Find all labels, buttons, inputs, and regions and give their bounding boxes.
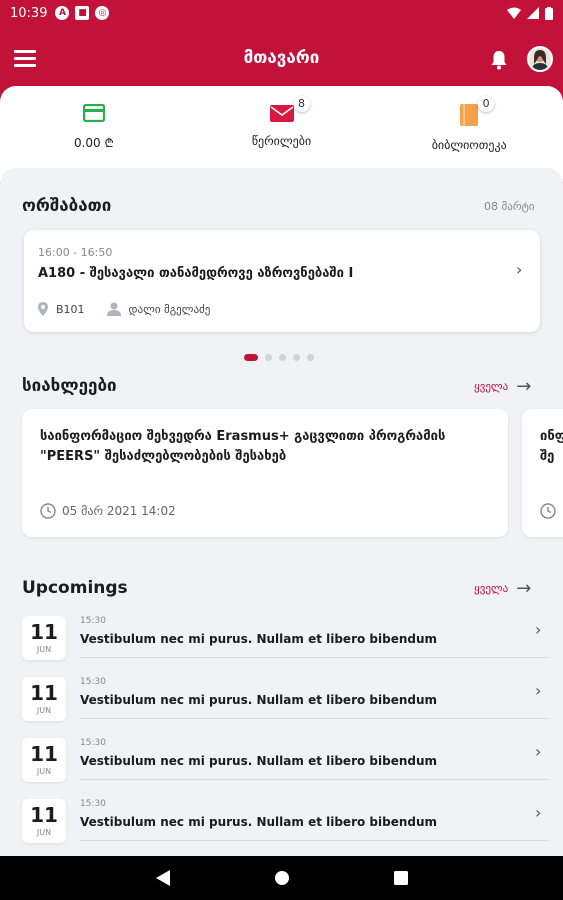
event-title: Vestibulum nec mi purus. Nullam et liber… xyxy=(80,815,438,829)
balance-label: 0.00 ₾ xyxy=(73,136,114,150)
see-all-label: ყველა xyxy=(474,380,509,393)
book-icon xyxy=(460,104,479,126)
class-room: B101 xyxy=(56,302,85,316)
arrow-right-icon: → xyxy=(516,578,532,599)
chevron-right-icon: › xyxy=(535,803,542,822)
main-content[interactable]: ორშაბათი 08 მარტი 16:00 - 16:50 A180 - შ… xyxy=(0,168,563,856)
upcomings-see-all-link[interactable]: ყველა → xyxy=(474,578,531,599)
signal-icon xyxy=(527,7,539,19)
news-card[interactable]: საინფორმაციო შეხვედრა Erasmus+ გაცვლითი … xyxy=(22,409,508,537)
clock-icon xyxy=(40,503,56,519)
home-icon[interactable] xyxy=(274,870,290,886)
carousel-dot[interactable] xyxy=(265,354,272,361)
news-date xyxy=(540,503,556,519)
wifi-icon xyxy=(507,7,521,19)
event-time: 15:30 xyxy=(80,616,106,626)
news-title: საინფორმაციო შეხვედრა Erasmus+ გაცვლითი … xyxy=(40,429,446,464)
card-icon xyxy=(82,103,105,123)
carousel-dot-active[interactable] xyxy=(244,354,258,361)
class-time: 16:00 - 16:50 xyxy=(38,246,113,259)
library-label: ბიბლიოთეკა xyxy=(431,138,507,152)
event-date-box: 11 JUN xyxy=(22,616,66,660)
library-badge: 0 xyxy=(478,96,495,112)
clock-icon xyxy=(540,503,556,519)
divider xyxy=(80,840,549,841)
schedule-date[interactable]: 08 მარტი xyxy=(484,200,534,213)
event-date-box: 11 JUN xyxy=(22,799,66,843)
event-day: 11 xyxy=(30,742,58,766)
event-day: 11 xyxy=(30,620,58,644)
messages-label: წერილები xyxy=(251,134,312,148)
event-time: 15:30 xyxy=(80,677,106,687)
schedule-day-title: ორშაბათი xyxy=(22,196,112,216)
divider xyxy=(80,779,549,780)
event-title: Vestibulum nec mi purus. Nullam et liber… xyxy=(80,754,438,768)
hamburger-menu-icon[interactable] xyxy=(14,50,36,67)
bell-icon[interactable] xyxy=(490,50,508,70)
class-name: A180 - შესავალი თანამედროვე აზროვნებაში … xyxy=(38,266,354,281)
system-nav-bar xyxy=(0,856,563,900)
carousel-dot[interactable] xyxy=(279,354,286,361)
event-day: 11 xyxy=(30,803,58,827)
news-section-title: სიახლეები xyxy=(22,376,117,396)
news-see-all-link[interactable]: ყველა → xyxy=(474,376,531,397)
app-bar: მთავარი xyxy=(0,26,563,90)
avatar[interactable] xyxy=(527,46,553,72)
back-icon[interactable] xyxy=(155,870,170,886)
battery-icon xyxy=(545,6,553,20)
chevron-right-icon: › xyxy=(516,260,523,279)
event-month: JUN xyxy=(36,828,52,837)
chevron-right-icon: › xyxy=(535,620,542,639)
arrow-right-icon: → xyxy=(516,376,532,397)
event-row[interactable]: 11 JUN 15:30 Vestibulum nec mi purus. Nu… xyxy=(0,612,563,672)
divider xyxy=(80,718,549,719)
class-meta: B101 დალი მგელაძე xyxy=(38,302,210,316)
event-month: JUN xyxy=(36,645,52,654)
event-day: 11 xyxy=(30,681,58,705)
event-month: JUN xyxy=(36,767,52,776)
event-title: Vestibulum nec mi purus. Nullam et liber… xyxy=(80,693,438,707)
event-date-box: 11 JUN xyxy=(22,677,66,721)
event-date-box: 11 JUN xyxy=(22,738,66,782)
chevron-right-icon: › xyxy=(535,742,542,761)
mail-icon xyxy=(269,105,294,122)
class-lecturer: დალი მგელაძე xyxy=(128,302,211,316)
notification-a-icon: A xyxy=(55,6,70,20)
event-title: Vestibulum nec mi purus. Nullam et liber… xyxy=(80,632,438,646)
event-row[interactable]: 11 JUN 15:30 Vestibulum nec mi purus. Nu… xyxy=(0,673,563,733)
chevron-right-icon: › xyxy=(535,681,542,700)
page-title: მთავარი xyxy=(243,48,320,68)
carousel-indicator xyxy=(244,354,314,361)
see-all-label: ყველა xyxy=(474,582,509,595)
event-time: 15:30 xyxy=(80,738,106,748)
upcomings-section-title: Upcomings xyxy=(22,578,128,598)
divider xyxy=(80,657,549,658)
news-date: 05 მარ 2021 14:02 xyxy=(40,503,176,519)
class-card[interactable]: 16:00 - 16:50 A180 - შესავალი თანამედროვ… xyxy=(24,230,540,332)
status-time: 10:39 xyxy=(10,5,48,21)
carousel-dot[interactable] xyxy=(307,354,314,361)
carousel-dot[interactable] xyxy=(293,354,300,361)
news-date-text: 05 მარ 2021 14:02 xyxy=(62,504,176,518)
recents-icon[interactable] xyxy=(393,871,408,885)
event-row[interactable]: 11 JUN 15:30 Vestibulum nec mi purus. Nu… xyxy=(0,795,563,855)
event-month: JUN xyxy=(36,706,52,715)
event-row[interactable]: 11 JUN 15:30 Vestibulum nec mi purus. Nu… xyxy=(0,734,563,794)
sync-icon: ◎ xyxy=(95,6,110,20)
person-icon xyxy=(106,302,121,316)
messages-badge: 8 xyxy=(293,96,310,112)
news-card-partial[interactable]: ინფ შე xyxy=(522,409,563,537)
status-bar: 10:39 A ■ ◎ xyxy=(0,0,563,26)
location-pin-icon xyxy=(38,302,48,316)
clipboard-icon: ■ xyxy=(75,6,90,20)
event-time: 15:30 xyxy=(80,799,106,809)
news-title: ინფ შე xyxy=(540,429,563,464)
